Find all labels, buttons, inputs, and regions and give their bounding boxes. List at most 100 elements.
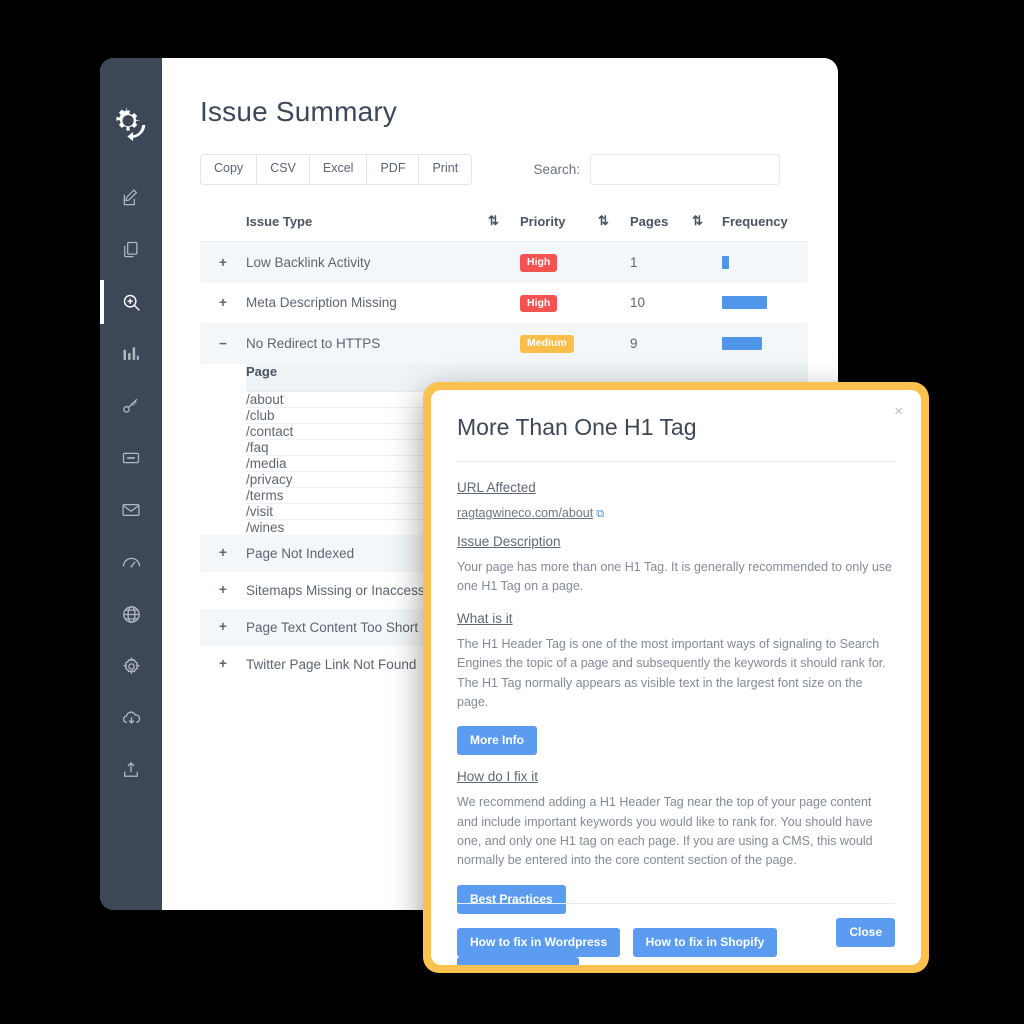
cell-frequency (722, 283, 808, 324)
cell-spacer (692, 323, 722, 364)
globe-icon (122, 605, 140, 623)
cell-issue-type: Meta Description Missing (246, 295, 397, 311)
search-input[interactable] (590, 154, 780, 185)
row-expander[interactable]: − (200, 323, 246, 364)
export-pdf-button[interactable]: PDF (366, 154, 419, 185)
divider (457, 461, 895, 462)
modal-title: More Than One H1 Tag (457, 414, 697, 440)
url-affected-heading: URL Affected (457, 480, 536, 495)
cell-priority: High (520, 283, 598, 324)
frequency-bar (722, 255, 729, 269)
cell-frequency (722, 323, 808, 364)
more-info-button[interactable]: More Info (457, 726, 537, 756)
cell-spacer (692, 283, 722, 324)
sidebar-item-keywords[interactable] (100, 380, 162, 432)
sidebar-item-billing[interactable] (100, 432, 162, 484)
th-priority[interactable]: Priority (520, 213, 598, 242)
frequency-bar (722, 336, 762, 350)
table-row[interactable]: + Low Backlink Activity High 1 (200, 241, 808, 283)
th-frequency[interactable]: Frequency (722, 213, 808, 242)
more-info-row: More Info (457, 726, 895, 756)
row-expander[interactable]: + (200, 241, 246, 283)
fix-in-wix-button[interactable]: How to fix in Wix (457, 956, 579, 965)
export-csv-button[interactable]: CSV (256, 154, 309, 185)
key-icon (123, 398, 138, 413)
cell-priority: Medium (520, 323, 598, 364)
row-expander[interactable]: + (200, 572, 246, 609)
cell-issue-type: No Redirect to HTTPS (246, 323, 488, 364)
cell-spacer (598, 241, 630, 283)
issue-description-text: Your page has more than one H1 Tag. It i… (457, 560, 892, 594)
issue-detail-modal: × More Than One H1 Tag URL Affected ragt… (423, 382, 929, 973)
cell-frequency (722, 241, 808, 283)
export-button-group: Copy CSV Excel PDF Print (200, 154, 473, 185)
status-badge: High (520, 294, 558, 312)
issues-table-head: Issue Type ⇅ Priority ⇅ Pages ⇅ Frequenc… (200, 213, 808, 242)
row-expander[interactable]: + (200, 534, 246, 572)
sidebar-item-audit[interactable] (100, 276, 162, 328)
what-is-it-heading: What is it (457, 610, 513, 626)
cell-pages: 10 (630, 295, 646, 311)
envelope-icon (122, 503, 140, 517)
row-expander[interactable]: + (200, 283, 246, 324)
sidebar-item-pages[interactable] (100, 224, 162, 276)
close-button[interactable]: Close (836, 918, 895, 947)
search-plus-icon (123, 294, 140, 311)
how-do-i-fix-it-heading: How do I fix it (457, 769, 539, 785)
sort-icon-issue-type[interactable]: ⇅ (488, 213, 520, 242)
url-affected-row: ragtagwineco.com/about ⧉ (457, 504, 895, 534)
sidebar-item-speed[interactable] (100, 536, 162, 588)
cell-priority: High (520, 241, 598, 283)
cell-spacer (488, 241, 520, 283)
th-pages[interactable]: Pages (630, 213, 692, 242)
status-badge: High (520, 254, 558, 272)
cell-spacer (488, 323, 520, 364)
cell-spacer (692, 241, 722, 283)
export-copy-button[interactable]: Copy (200, 154, 257, 185)
external-link-icon[interactable]: ⧉ (596, 508, 604, 520)
row-expander[interactable]: + (200, 608, 246, 646)
search-area: Search: (533, 154, 808, 185)
row-expander[interactable]: + (200, 646, 246, 683)
cloud-download-icon (122, 711, 140, 724)
cell-pages: 1 (630, 241, 692, 283)
modal-footer: Close (457, 903, 895, 947)
page-title: Issue Summary (200, 96, 398, 127)
cell-pages: 9 (630, 323, 692, 364)
speedometer-icon (122, 557, 140, 567)
sidebar (100, 58, 162, 910)
table-toolbar: Copy CSV Excel PDF Print Search: (200, 154, 808, 185)
cell-issue-type: Low Backlink Activity (246, 241, 488, 283)
th-spacer (200, 213, 246, 242)
th-issue-type[interactable]: Issue Type (246, 213, 488, 242)
sidebar-item-edit[interactable] (100, 172, 162, 224)
close-icon[interactable]: × (894, 404, 903, 419)
sidebar-item-mail[interactable] (100, 484, 162, 536)
bar-chart-icon (123, 347, 139, 360)
export-excel-button[interactable]: Excel (308, 154, 367, 185)
sidebar-item-reports[interactable] (100, 328, 162, 380)
cell-spacer (598, 323, 630, 364)
table-row[interactable]: − No Redirect to HTTPS Medium 9 (200, 323, 808, 364)
brand-logo[interactable] (100, 90, 162, 158)
sidebar-item-upload[interactable] (100, 744, 162, 796)
upload-icon (124, 762, 138, 777)
modal-body: × More Than One H1 Tag URL Affected ragt… (431, 390, 921, 965)
sync-gear-logo-icon (116, 107, 146, 142)
screen-root: Issue Summary Copy CSV Excel PDF Print S… (0, 0, 1024, 1024)
export-print-button[interactable]: Print (418, 154, 473, 185)
sidebar-item-download[interactable] (100, 692, 162, 744)
edit-square-icon (123, 189, 138, 206)
table-row[interactable]: + Meta Description Missing High 10 (200, 283, 808, 324)
affected-url-link[interactable]: ragtagwineco.com/about (457, 506, 593, 520)
cell-spacer (488, 283, 520, 324)
sidebar-item-sites[interactable] (100, 588, 162, 640)
sort-icon-priority[interactable]: ⇅ (598, 213, 630, 242)
sidebar-item-settings[interactable] (100, 640, 162, 692)
what-is-it-text: The H1 Header Tag is one of the most imp… (457, 636, 886, 709)
card-icon (122, 452, 140, 464)
copy-pages-icon (124, 241, 138, 258)
gear-icon (122, 656, 140, 675)
sort-icon-pages[interactable]: ⇅ (692, 213, 722, 242)
search-label: Search: (533, 162, 580, 177)
